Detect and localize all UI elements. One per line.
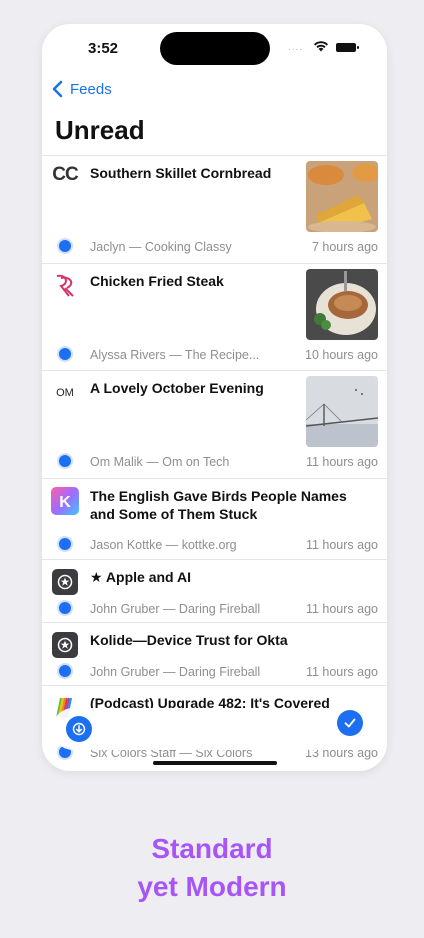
battery-icon	[336, 43, 359, 52]
list-item[interactable]: ★ Apple and AI John Gruber — Daring Fire…	[42, 559, 387, 622]
article-time: 11 hours ago	[305, 665, 378, 679]
marketing-tagline: Standard yet Modern	[0, 830, 424, 906]
feed-logo: OM	[56, 387, 74, 399]
tagline-line-2: yet Modern	[137, 871, 287, 902]
star-icon	[52, 632, 78, 658]
article-title: Chicken Fried Steak	[90, 273, 224, 289]
article-meta: John Gruber — Daring Fireball	[90, 602, 261, 616]
article-thumbnail	[306, 161, 378, 232]
feed-logo	[51, 631, 79, 659]
feed-logo: CC	[52, 164, 78, 185]
tagline-line-1: Standard	[151, 833, 273, 864]
article-time: 11 hours ago	[305, 538, 378, 552]
article-title: The English Gave Birds People Names and …	[90, 488, 347, 522]
checkmark-icon	[344, 718, 356, 728]
back-label: Feeds	[70, 80, 112, 98]
article-meta: Om Malik — Om on Tech	[90, 455, 230, 469]
mark-all-read-button[interactable]	[337, 710, 363, 736]
list-item[interactable]: K The English Gave Birds People Names an…	[42, 478, 387, 559]
article-thumbnail	[306, 376, 378, 447]
kottke-logo: K	[51, 487, 79, 515]
unread-indicator	[57, 346, 73, 362]
list-item[interactable]: OM A Lovely October Evening Om Malik — O…	[42, 370, 387, 478]
list-item[interactable]: CC Southern Skillet Cornbread Jaclyn — C…	[42, 155, 387, 263]
article-list: CC Southern Skillet Cornbread Jaclyn — C…	[42, 155, 387, 765]
svg-text:K: K	[59, 494, 71, 511]
unread-indicator	[57, 453, 73, 469]
article-time: 11 hours ago	[305, 602, 378, 616]
article-title: ★ Apple and AI	[90, 569, 191, 585]
article-title: Southern Skillet Cornbread	[90, 165, 272, 181]
recipe-critic-logo	[51, 272, 79, 300]
article-time: 7 hours ago	[311, 240, 378, 254]
article-thumbnail	[306, 269, 378, 340]
list-item[interactable]: Kolide—Device Trust for Okta John Gruber…	[42, 622, 387, 685]
article-time: 11 hours ago	[305, 455, 378, 469]
article-meta: Alyssa Rivers — The Recipe...	[90, 348, 260, 362]
article-title: Kolide—Device Trust for Okta	[90, 632, 288, 648]
chevron-left-icon	[52, 80, 63, 98]
unread-indicator	[57, 663, 73, 679]
unread-indicator	[57, 536, 73, 552]
status-time: 3:52	[88, 40, 119, 57]
star-icon	[52, 569, 78, 595]
back-button[interactable]: Feeds	[50, 80, 112, 98]
arrow-down-icon	[72, 722, 86, 736]
wifi-icon	[314, 41, 328, 52]
article-title: A Lovely October Evening	[90, 380, 264, 396]
feed-logo	[51, 568, 79, 596]
bottom-toolbar	[52, 708, 377, 750]
article-meta: John Gruber — Daring Fireball	[90, 665, 261, 679]
mark-below-read-button[interactable]	[66, 716, 92, 742]
phone-screen: 3:52 .... Feeds Unread CC Southern Skill…	[42, 24, 387, 771]
signal-icon: ....	[288, 42, 304, 53]
status-bar: 3:52 ....	[42, 24, 387, 74]
article-meta: Jaclyn — Cooking Classy	[90, 240, 232, 254]
home-indicator	[153, 761, 277, 765]
page-title: Unread	[55, 115, 145, 145]
unread-indicator	[57, 600, 73, 616]
article-time: 10 hours ago	[305, 348, 378, 362]
unread-indicator	[57, 238, 73, 254]
article-meta: Jason Kottke — kottke.org	[90, 538, 237, 552]
dynamic-island	[160, 32, 270, 65]
list-item[interactable]: Chicken Fried Steak Alyssa Rivers — The …	[42, 263, 387, 370]
